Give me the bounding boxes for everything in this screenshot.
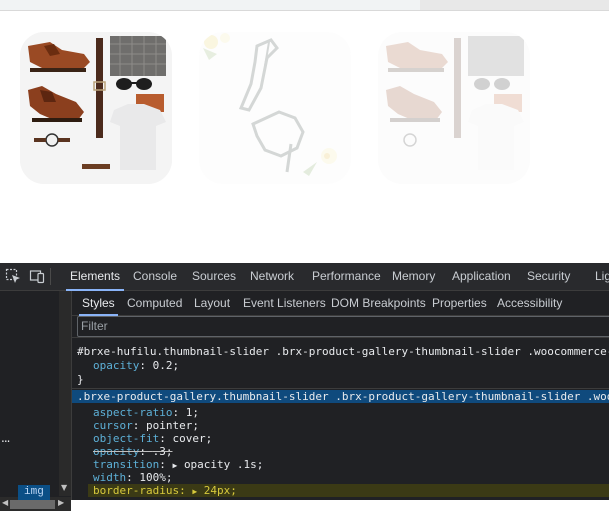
- tab-performance[interactable]: Performance: [312, 263, 381, 290]
- property-value[interactable]: 0.2;: [153, 359, 180, 372]
- tab-network[interactable]: Network: [250, 263, 294, 290]
- thumbnail-image-shoes: [20, 32, 172, 184]
- subtab-accessibility[interactable]: Accessibility: [497, 291, 562, 315]
- tab-memory[interactable]: Memory: [392, 263, 435, 290]
- inspect-element-icon[interactable]: [5, 268, 21, 284]
- styles-rules-pane: #brxe-hufilu.thumbnail-slider .brx-produ…: [72, 337, 609, 501]
- rule-2-declaration-width[interactable]: width: 100%;: [93, 471, 609, 484]
- property-value[interactable]: cover;: [172, 432, 212, 445]
- subtab-event-listeners[interactable]: Event Listeners: [243, 291, 326, 315]
- rule-2-declaration-opacity-overridden[interactable]: opacity: .3;: [93, 445, 609, 458]
- styles-filter-input[interactable]: [81, 318, 601, 334]
- property-value[interactable]: 100%;: [139, 471, 172, 484]
- scroll-down-arrow-icon[interactable]: ▼: [61, 483, 67, 492]
- page-preview: [0, 11, 609, 263]
- tab-security[interactable]: Security: [527, 263, 570, 290]
- scroll-right-arrow-icon[interactable]: ▶: [58, 498, 64, 507]
- tab-sources[interactable]: Sources: [192, 263, 236, 290]
- dom-overflow-ellipsis: ...: [1, 431, 11, 445]
- thumbnail-image-heels: [199, 32, 351, 184]
- property-name[interactable]: transition: [93, 458, 159, 471]
- dom-horizontal-scroll-thumb[interactable]: [10, 500, 55, 509]
- page-top-strip: [0, 0, 609, 11]
- scroll-left-arrow-icon[interactable]: ◀: [2, 498, 8, 507]
- tab-application[interactable]: Application: [452, 263, 511, 290]
- page-top-strip-cap: [420, 0, 609, 10]
- property-name[interactable]: aspect-ratio: [93, 406, 172, 419]
- rule-divider: [72, 388, 609, 389]
- subtab-styles[interactable]: Styles: [79, 291, 118, 316]
- property-name[interactable]: cursor: [93, 419, 133, 432]
- subtab-layout[interactable]: Layout: [194, 291, 230, 315]
- rule-2-declaration-transition[interactable]: transition: ▶ opacity .1s;: [93, 458, 609, 471]
- dom-vertical-scrollbar[interactable]: [59, 291, 71, 496]
- rule-1-selector[interactable]: #brxe-hufilu.thumbnail-slider .brx-produ…: [77, 345, 609, 358]
- property-value[interactable]: 1;: [186, 406, 199, 419]
- rule-1-close-brace: }: [77, 373, 84, 386]
- subtab-properties[interactable]: Properties: [432, 291, 487, 315]
- rule-2-declaration-cursor[interactable]: cursor: pointer;: [93, 419, 609, 432]
- styles-filter-box[interactable]: [77, 316, 609, 337]
- tab-console[interactable]: Console: [133, 263, 177, 290]
- tab-lighthouse[interactable]: Lig: [595, 263, 609, 290]
- styles-subtabbar: Styles Computed Layout Event Listeners D…: [72, 291, 609, 316]
- gallery-thumbnail-1[interactable]: [20, 32, 172, 184]
- devtools-main-tabbar: Elements Console Sources Network Perform…: [0, 263, 609, 291]
- rule-2-selector[interactable]: .brxe-product-gallery.thumbnail-slider .…: [72, 390, 609, 403]
- rule-2-declaration-border-radius[interactable]: border-radius: ▶ 24px;: [88, 484, 609, 497]
- breadcrumb-img[interactable]: img: [18, 485, 50, 500]
- subtab-dom-breakpoints[interactable]: DOM Breakpoints: [331, 291, 426, 315]
- rule-1-declaration-opacity[interactable]: opacity: 0.2;: [93, 359, 609, 372]
- property-name[interactable]: opacity: [93, 445, 139, 458]
- property-value[interactable]: .3;: [153, 445, 173, 458]
- devtools-panel: Elements Console Sources Network Perform…: [0, 263, 609, 511]
- rule-2-declaration-aspect-ratio[interactable]: aspect-ratio: 1;: [93, 406, 609, 419]
- property-name[interactable]: opacity: [93, 359, 139, 372]
- toolbar-separator: [50, 268, 51, 285]
- tab-elements[interactable]: Elements: [65, 263, 125, 291]
- property-name[interactable]: width: [93, 471, 126, 484]
- property-name[interactable]: border-radius: [93, 484, 179, 497]
- property-value[interactable]: 24px;: [204, 484, 237, 497]
- subtab-computed[interactable]: Computed: [127, 291, 182, 315]
- device-toolbar-icon[interactable]: [29, 268, 45, 284]
- gallery-thumbnail-3[interactable]: [378, 32, 530, 184]
- dom-tree-pane[interactable]: ▼ ... ◀ ▶: [0, 291, 72, 511]
- property-name[interactable]: object-fit: [93, 432, 159, 445]
- property-value[interactable]: pointer;: [146, 419, 199, 432]
- rule-2-declaration-object-fit[interactable]: object-fit: cover;: [93, 432, 609, 445]
- property-value[interactable]: opacity .1s;: [184, 458, 263, 471]
- thumbnail-image-shoes-2: [378, 32, 530, 184]
- gallery-thumbnail-2[interactable]: [199, 32, 351, 184]
